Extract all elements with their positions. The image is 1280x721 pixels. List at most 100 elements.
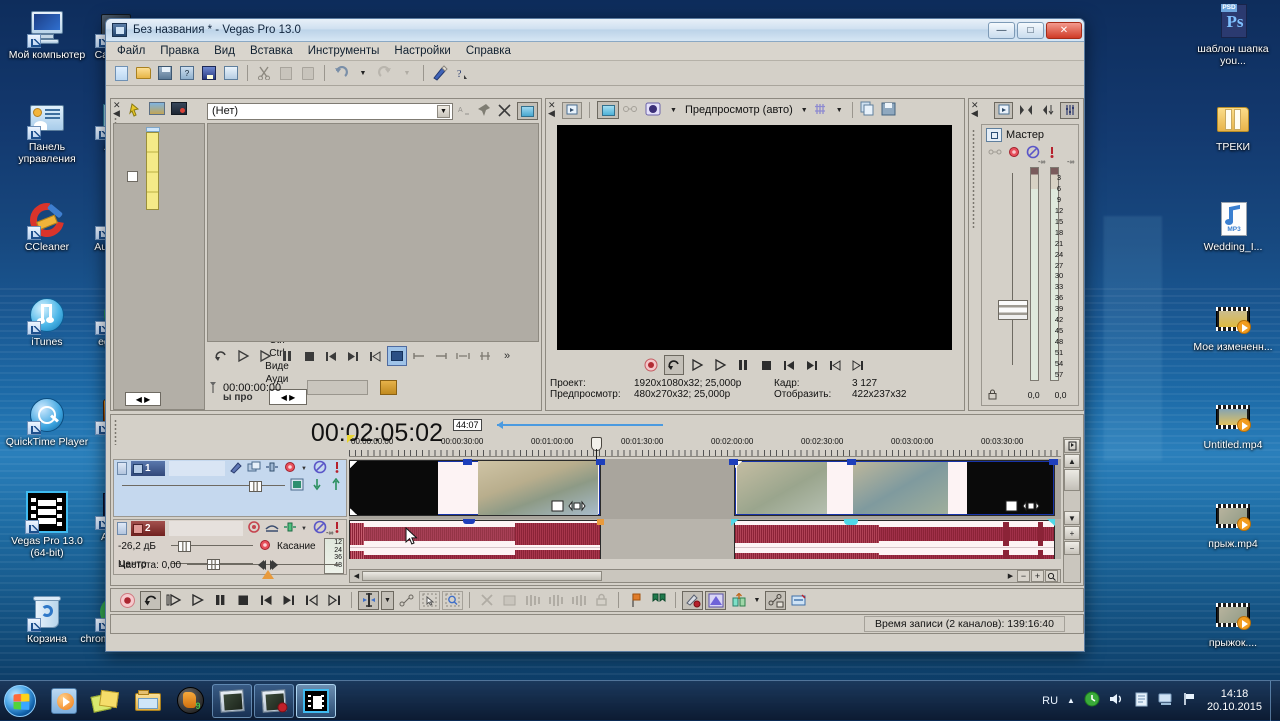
track-number-audio[interactable]: 2: [131, 521, 165, 536]
stop-button[interactable]: [232, 591, 253, 610]
redo-icon[interactable]: [375, 63, 395, 83]
event-fx-icon[interactable]: [568, 499, 586, 513]
next-frame-icon[interactable]: [848, 355, 868, 375]
taskbar-fl-studio[interactable]: 9: [170, 684, 210, 718]
close-button[interactable]: ✕: [1046, 22, 1082, 39]
make-compositing-child-icon[interactable]: [310, 478, 324, 494]
envelope-button[interactable]: [705, 591, 726, 610]
desktop-icon-wedding-mp3[interactable]: MP3 Wedding_I...: [1190, 200, 1276, 254]
go-to-start-icon[interactable]: [779, 355, 799, 375]
event-fx-icon[interactable]: [1022, 499, 1040, 513]
zoom-out-track-height-icon[interactable]: −: [1064, 541, 1080, 555]
trimmer-view[interactable]: [207, 123, 539, 342]
timeline-vertical-scrollbar[interactable]: ▲ ▼ + −: [1063, 437, 1081, 583]
audio-event-fade-marker[interactable]: [844, 519, 858, 525]
menu-item-options[interactable]: Настройки: [387, 43, 457, 59]
overlays-grid-icon[interactable]: [813, 102, 831, 119]
parent-motion-icon[interactable]: [290, 478, 305, 494]
track-fx-icon[interactable]: [229, 461, 243, 477]
track-header-video[interactable]: 1 ▼: [113, 459, 347, 517]
taskbar-vegas[interactable]: [296, 684, 336, 718]
taskbar-window-1[interactable]: [212, 684, 252, 718]
scroll-down-icon[interactable]: ▼: [1064, 511, 1080, 525]
copy-snapshot-icon[interactable]: [860, 101, 878, 119]
preview-quality-dropdown-icon[interactable]: ▼: [799, 107, 810, 114]
show-desktop-button[interactable]: [1270, 681, 1280, 721]
paste-icon[interactable]: [298, 63, 318, 83]
audio-event-2[interactable]: [734, 520, 1055, 559]
save-project-icon[interactable]: [155, 63, 175, 83]
lock-fader-icon[interactable]: [988, 389, 1020, 402]
automation-settings-icon[interactable]: [283, 460, 297, 477]
scroll-left-icon[interactable]: ◀: [351, 570, 362, 582]
video-preview-icon[interactable]: [1016, 102, 1035, 119]
solo-icon[interactable]: [1045, 145, 1059, 162]
video-event-1[interactable]: [349, 460, 601, 516]
cut-icon[interactable]: [254, 63, 274, 83]
compositing-mode-icon[interactable]: [247, 461, 261, 476]
scroll-right-icon[interactable]: ▶: [1005, 570, 1016, 582]
undo-dropdown-icon[interactable]: ▼: [353, 63, 373, 83]
track-fx-icon[interactable]: [247, 520, 261, 537]
tray-language[interactable]: RU: [1042, 695, 1058, 707]
new-project-icon[interactable]: [111, 63, 131, 83]
insert-fx-icon[interactable]: [988, 146, 1002, 161]
properties-icon[interactable]: [221, 63, 241, 83]
show-hidden-icons-icon[interactable]: ▲: [1067, 696, 1075, 705]
go-to-end-icon[interactable]: [343, 346, 363, 366]
minimize-button[interactable]: —: [988, 22, 1015, 39]
desktop-icon-prizhok[interactable]: прыжок....: [1190, 596, 1276, 650]
event-pan-crop-icon[interactable]: [1004, 499, 1020, 513]
auto-ripple-button[interactable]: [682, 591, 703, 610]
undo-icon[interactable]: [331, 63, 351, 83]
go-to-start-icon[interactable]: [321, 346, 341, 366]
track-name-field[interactable]: [169, 461, 225, 476]
audio-bus-icon[interactable]: [265, 521, 279, 536]
preview-on-external-icon[interactable]: [597, 101, 619, 119]
event-fade-handle[interactable]: [847, 459, 856, 465]
menu-item-insert[interactable]: Вставка: [243, 43, 300, 59]
marker-flag-icon[interactable]: [1064, 439, 1080, 453]
solo-icon[interactable]: [331, 460, 343, 477]
timeline-horizontal-scrollbar[interactable]: ◀ ▶ − +: [349, 569, 1061, 583]
video-event-2[interactable]: [734, 460, 1055, 516]
audio-event-fade-marker[interactable]: [463, 519, 475, 524]
audio-event-1[interactable]: [349, 520, 601, 559]
chevron-down-icon[interactable]: ▼: [437, 105, 450, 118]
rename-icon[interactable]: A: [457, 103, 473, 119]
chevron-down-icon[interactable]: ▼: [668, 107, 679, 114]
menu-item-tools[interactable]: Инструменты: [301, 43, 387, 59]
network-icon[interactable]: [1158, 692, 1174, 709]
automatic-crossfades-button[interactable]: [728, 591, 749, 610]
stop-icon[interactable]: [756, 355, 776, 375]
desktop-icon-prizh-mp4[interactable]: прыж.mp4: [1190, 497, 1276, 551]
record-button[interactable]: [117, 591, 138, 610]
scroll-up-icon[interactable]: ▲: [1064, 454, 1080, 468]
window-titlebar[interactable]: Без названия * - Vegas Pro 13.0 — □ ✕: [106, 19, 1084, 42]
crossfade-dropdown[interactable]: ▼: [751, 591, 763, 610]
mute-icon[interactable]: [313, 520, 327, 537]
split-left-button[interactable]: [522, 591, 543, 610]
pause-icon[interactable]: [733, 355, 753, 375]
desktop-icon-psd-template[interactable]: PSD Ps шаблон шапка you...: [1190, 2, 1276, 67]
timeline-ruler[interactable]: 00:00:00:00 00:00:30:00 00:01:00:00 00:0…: [349, 437, 1061, 457]
opacity-slider[interactable]: [122, 481, 285, 491]
whats-this-icon[interactable]: ?: [452, 63, 472, 83]
remove-icon[interactable]: [497, 103, 513, 119]
v-scroll-thumb[interactable]: [1064, 469, 1080, 491]
media-select[interactable]: (Нет) ▼: [207, 103, 453, 120]
volume-icon[interactable]: [1109, 692, 1125, 709]
audio-event-marker[interactable]: [597, 519, 604, 525]
track-minimize-icon[interactable]: [117, 462, 127, 475]
go-to-end-button[interactable]: [278, 591, 299, 610]
stop-icon[interactable]: [299, 346, 319, 366]
insert-marker-button[interactable]: [625, 591, 646, 610]
flag-icon[interactable]: [1183, 692, 1198, 709]
menu-item-edit[interactable]: Правка: [153, 43, 206, 59]
trimmer-marker-button[interactable]: [380, 380, 397, 395]
panel-close-icon[interactable]: ✕◀: [971, 101, 979, 117]
edit-tool-dropdown[interactable]: ▼: [381, 591, 394, 610]
mixing-console-icon[interactable]: [994, 102, 1013, 119]
volume-value[interactable]: -26,2 дБ: [118, 541, 166, 552]
automation-mode-label[interactable]: Касание: [277, 541, 316, 552]
